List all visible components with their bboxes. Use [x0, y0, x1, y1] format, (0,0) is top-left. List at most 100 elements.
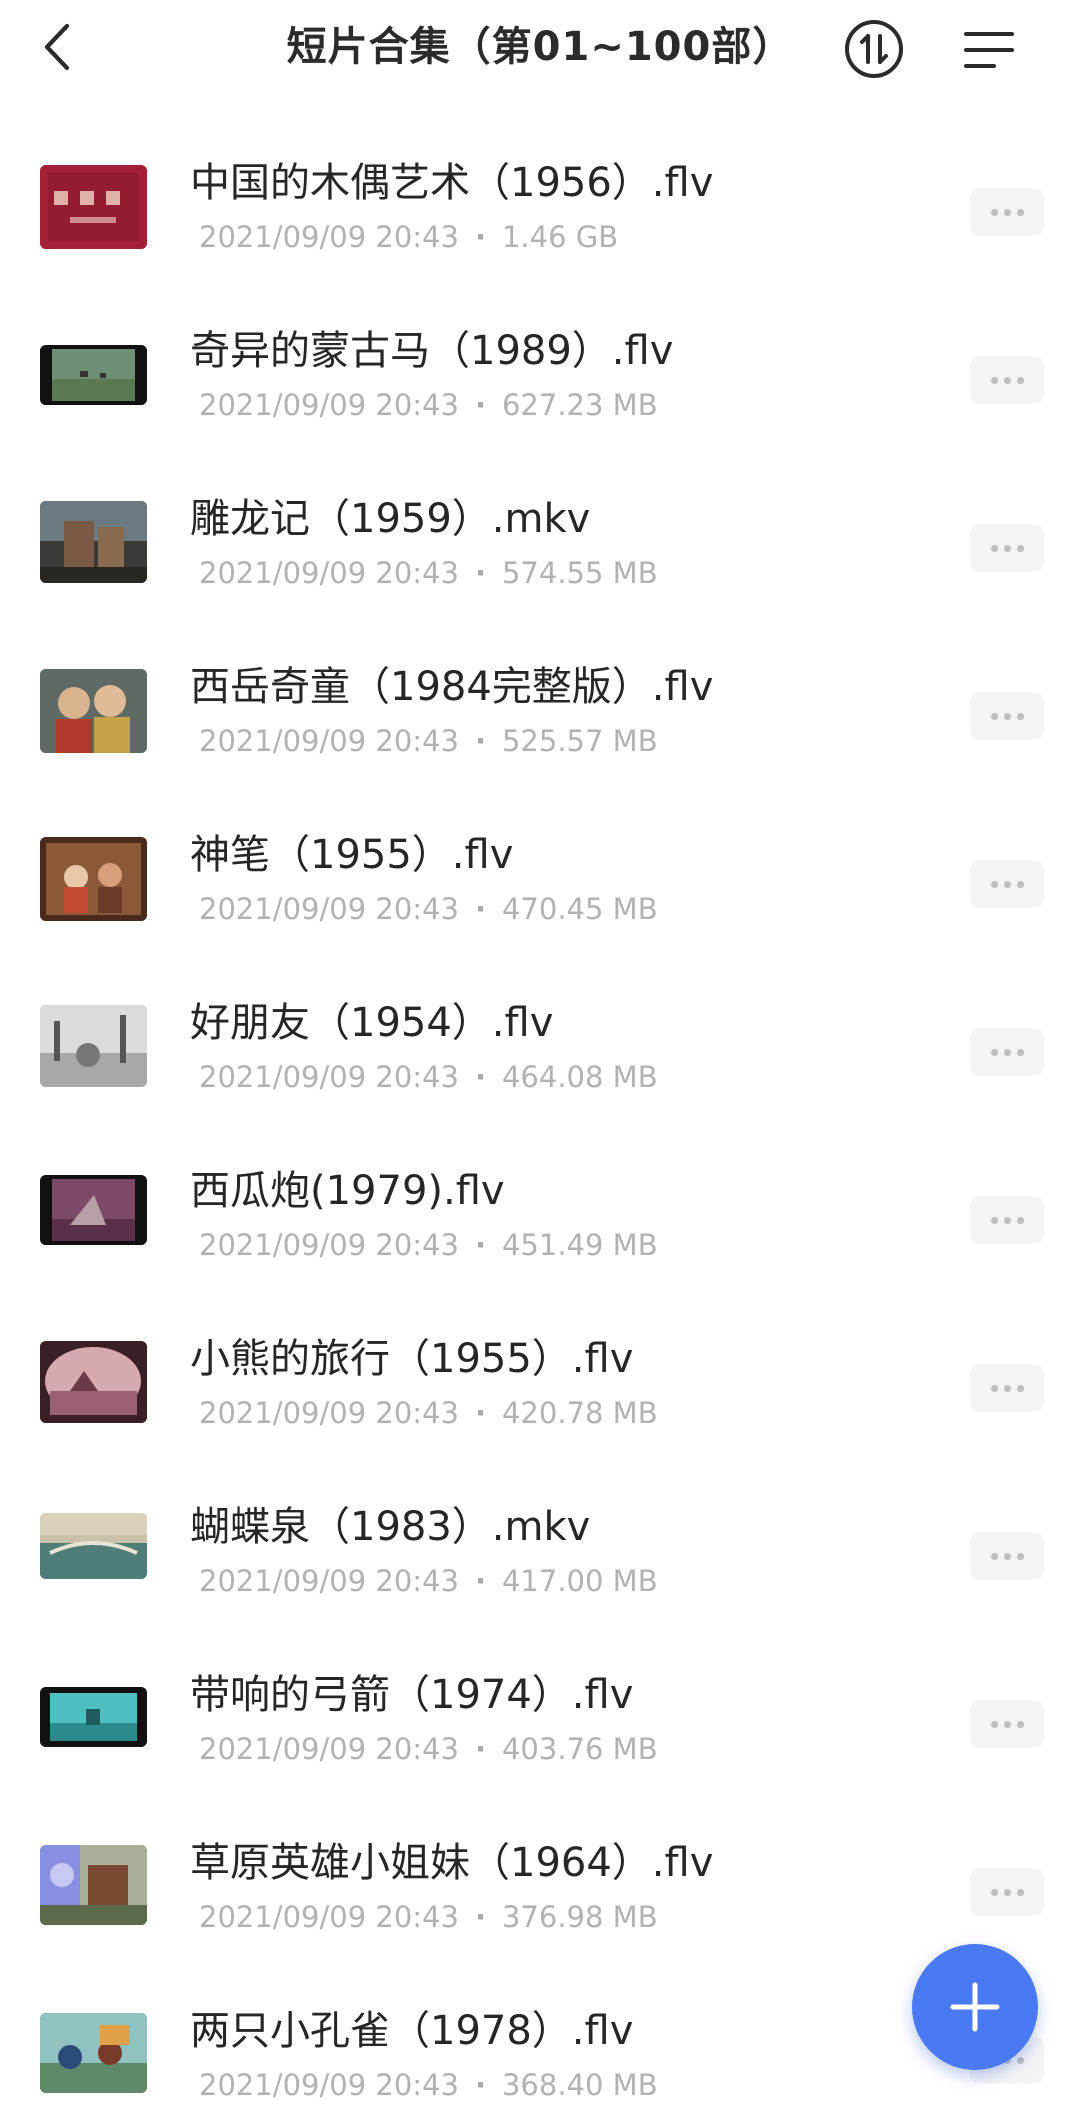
file-date: 2021/09/09 20:43 — [199, 1564, 459, 1598]
file-row[interactable]: 雕龙记（1959）.mkv 2021/09/09 20:43 · 574.55 MB — [0, 443, 1080, 611]
file-date: 2021/09/09 20:43 — [199, 1060, 459, 1094]
file-size: 420.78 MB — [501, 1396, 658, 1430]
file-name: 奇异的蒙古马（1989）.flv — [190, 328, 674, 374]
file-meta: 2021/09/09 20:43 · 368.40 MB — [199, 2068, 658, 2102]
page-title: 短片合集（第01~100部） — [286, 24, 794, 70]
file-list: 中国的木偶艺术（1956）.flv 2021/09/09 20:43 · 1.46 … — [0, 107, 1080, 2123]
file-date: 2021/09/09 20:43 — [199, 220, 459, 254]
more-dots-icon — [990, 208, 998, 216]
file-meta: 2021/09/09 20:43 · 420.78 MB — [199, 1396, 658, 1430]
file-date: 2021/09/09 20:43 — [199, 892, 459, 926]
file-name: 草原英雄小姐妹（1964）.flv — [190, 1840, 714, 1886]
more-options-button[interactable] — [970, 1533, 1044, 1579]
more-dots-icon — [990, 1888, 998, 1896]
file-meta: 2021/09/09 20:43 · 417.00 MB — [199, 1564, 658, 1598]
file-meta: 2021/09/09 20:43 · 525.57 MB — [199, 724, 658, 758]
file-size: 368.40 MB — [501, 2068, 658, 2102]
file-name: 西岳奇童（1984完整版）.flv — [190, 664, 714, 710]
file-meta: 2021/09/09 20:43 · 376.98 MB — [199, 1900, 658, 1934]
plus-icon — [950, 1982, 1000, 2032]
more-dots-icon — [990, 1384, 998, 1392]
more-options-button[interactable] — [970, 693, 1044, 739]
more-dots-icon — [990, 1720, 998, 1728]
file-size: 627.23 MB — [501, 388, 658, 422]
file-date: 2021/09/09 20:43 — [199, 1900, 459, 1934]
file-row[interactable]: 奇异的蒙古马（1989）.flv 2021/09/09 20:43 · 627.23… — [0, 275, 1080, 443]
file-row[interactable]: 蝴蝶泉（1983）.mkv 2021/09/09 20:43 · 417.00 MB — [0, 1451, 1080, 1619]
file-row[interactable]: 神笔（1955）.flv 2021/09/09 20:43 · 470.45 MB — [0, 779, 1080, 947]
sort-order-icon — [845, 20, 903, 78]
video-thumbnail — [40, 345, 147, 405]
file-size: 464.08 MB — [501, 1060, 658, 1094]
more-dots-icon — [990, 880, 998, 888]
file-row[interactable]: 带响的弓箭（1974）.flv 2021/09/09 20:43 · 403.76 … — [0, 1619, 1080, 1787]
video-thumbnail — [40, 501, 147, 583]
more-options-button[interactable] — [970, 189, 1044, 235]
video-thumbnail — [40, 1341, 147, 1423]
more-options-button[interactable] — [970, 525, 1044, 571]
more-dots-icon — [990, 1048, 998, 1056]
file-meta: 2021/09/09 20:43 · 464.08 MB — [199, 1060, 658, 1094]
more-dots-icon — [990, 1216, 998, 1224]
file-date: 2021/09/09 20:43 — [199, 1228, 459, 1262]
more-options-button[interactable] — [970, 1869, 1044, 1915]
list-menu-button[interactable] — [960, 20, 1020, 80]
more-dots-icon — [990, 712, 998, 720]
file-size: 574.55 MB — [501, 556, 658, 590]
add-button[interactable] — [912, 1944, 1038, 2070]
file-date: 2021/09/09 20:43 — [199, 388, 459, 422]
file-meta: 2021/09/09 20:43 · 627.23 MB — [199, 388, 658, 422]
video-thumbnail — [40, 165, 147, 249]
video-thumbnail — [40, 837, 147, 921]
file-row[interactable]: 小熊的旅行（1955）.flv 2021/09/09 20:43 · 420.78 … — [0, 1283, 1080, 1451]
more-options-button[interactable] — [970, 1029, 1044, 1075]
file-meta: 2021/09/09 20:43 · 451.49 MB — [199, 1228, 658, 1262]
sort-button[interactable] — [843, 18, 905, 80]
file-size: 525.57 MB — [501, 724, 658, 758]
video-thumbnail — [40, 669, 147, 753]
file-name: 两只小孔雀（1978）.flv — [190, 2008, 634, 2054]
file-date: 2021/09/09 20:43 — [199, 556, 459, 590]
more-options-button[interactable] — [970, 1701, 1044, 1747]
top-bar: 短片合集（第01~100部） — [0, 0, 1080, 100]
file-date: 2021/09/09 20:43 — [199, 1396, 459, 1430]
video-thumbnail — [40, 2013, 147, 2093]
file-row[interactable]: 西岳奇童（1984完整版）.flv 2021/09/09 20:43 · 525.5… — [0, 611, 1080, 779]
file-meta: 2021/09/09 20:43 · 1.46 GB — [199, 220, 619, 254]
file-name: 小熊的旅行（1955）.flv — [190, 1336, 634, 1382]
video-thumbnail — [40, 1687, 147, 1747]
file-meta: 2021/09/09 20:43 · 470.45 MB — [199, 892, 658, 926]
file-name: 蝴蝶泉（1983）.mkv — [190, 1504, 591, 1550]
file-size: 403.76 MB — [501, 1732, 658, 1766]
more-options-button[interactable] — [970, 357, 1044, 403]
file-row[interactable]: 西瓜炮(1979).flv 2021/09/09 20:43 · 451.49 MB — [0, 1115, 1080, 1283]
file-name: 中国的木偶艺术（1956）.flv — [190, 160, 714, 206]
more-dots-icon — [990, 376, 998, 384]
file-size: 470.45 MB — [501, 892, 658, 926]
list-menu-icon — [964, 32, 1014, 68]
file-row[interactable]: 草原英雄小姐妹（1964）.flv 2021/09/09 20:43 · 376.9… — [0, 1787, 1080, 1955]
file-name: 带响的弓箭（1974）.flv — [190, 1672, 634, 1718]
file-name: 好朋友（1954）.flv — [190, 1000, 554, 1046]
file-date: 2021/09/09 20:43 — [199, 2068, 459, 2102]
more-dots-icon — [990, 1552, 998, 1560]
video-thumbnail — [40, 1175, 147, 1245]
file-row[interactable]: 中国的木偶艺术（1956）.flv 2021/09/09 20:43 · 1.46 … — [0, 107, 1080, 275]
file-name: 神笔（1955）.flv — [190, 832, 514, 878]
file-size: 451.49 MB — [501, 1228, 658, 1262]
more-options-button[interactable] — [970, 861, 1044, 907]
file-size: 1.46 GB — [501, 220, 619, 254]
file-meta: 2021/09/09 20:43 · 403.76 MB — [199, 1732, 658, 1766]
video-thumbnail — [40, 1005, 147, 1087]
file-date: 2021/09/09 20:43 — [199, 1732, 459, 1766]
file-name: 西瓜炮(1979).flv — [190, 1168, 505, 1214]
video-thumbnail — [40, 1845, 147, 1925]
file-date: 2021/09/09 20:43 — [199, 724, 459, 758]
file-meta: 2021/09/09 20:43 · 574.55 MB — [199, 556, 658, 590]
file-size: 417.00 MB — [501, 1564, 658, 1598]
file-row[interactable]: 好朋友（1954）.flv 2021/09/09 20:43 · 464.08 MB — [0, 947, 1080, 1115]
video-thumbnail — [40, 1513, 147, 1579]
more-options-button[interactable] — [970, 1365, 1044, 1411]
file-size: 376.98 MB — [501, 1900, 658, 1934]
more-options-button[interactable] — [970, 1197, 1044, 1243]
